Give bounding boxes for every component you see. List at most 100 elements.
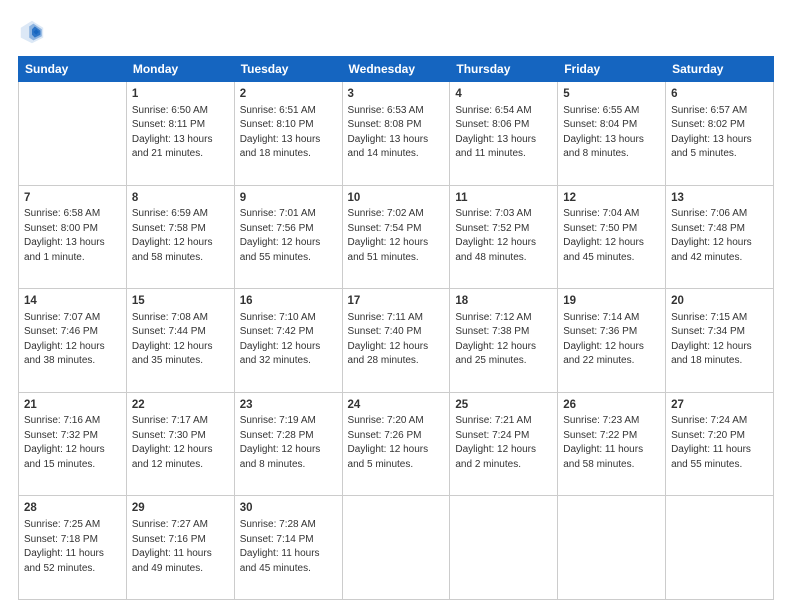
calendar-cell: 14Sunrise: 7:07 AMSunset: 7:46 PMDayligh… <box>19 289 127 393</box>
week-row-4: 21Sunrise: 7:16 AMSunset: 7:32 PMDayligh… <box>19 392 774 496</box>
calendar-cell: 18Sunrise: 7:12 AMSunset: 7:38 PMDayligh… <box>450 289 558 393</box>
calendar-cell: 4Sunrise: 6:54 AMSunset: 8:06 PMDaylight… <box>450 82 558 186</box>
day-info: Sunrise: 7:19 AMSunset: 7:28 PMDaylight:… <box>240 414 337 472</box>
header <box>18 18 774 46</box>
day-number: 3 <box>348 86 445 103</box>
calendar-cell: 3Sunrise: 6:53 AMSunset: 8:08 PMDaylight… <box>342 82 450 186</box>
day-info: Sunrise: 6:57 AMSunset: 8:02 PMDaylight:… <box>671 104 768 162</box>
day-info: Sunrise: 6:59 AMSunset: 7:58 PMDaylight:… <box>132 207 229 265</box>
calendar-cell <box>19 82 127 186</box>
day-number: 7 <box>24 190 121 207</box>
day-number: 4 <box>455 86 552 103</box>
day-number: 15 <box>132 293 229 310</box>
calendar-cell: 1Sunrise: 6:50 AMSunset: 8:11 PMDaylight… <box>126 82 234 186</box>
logo <box>18 18 50 46</box>
day-info: Sunrise: 7:16 AMSunset: 7:32 PMDaylight:… <box>24 414 121 472</box>
day-number: 17 <box>348 293 445 310</box>
calendar-cell: 5Sunrise: 6:55 AMSunset: 8:04 PMDaylight… <box>558 82 666 186</box>
calendar-cell <box>342 496 450 600</box>
calendar-cell <box>450 496 558 600</box>
day-info: Sunrise: 7:04 AMSunset: 7:50 PMDaylight:… <box>563 207 660 265</box>
calendar-cell: 11Sunrise: 7:03 AMSunset: 7:52 PMDayligh… <box>450 185 558 289</box>
day-number: 5 <box>563 86 660 103</box>
day-info: Sunrise: 6:58 AMSunset: 8:00 PMDaylight:… <box>24 207 121 265</box>
calendar-cell: 13Sunrise: 7:06 AMSunset: 7:48 PMDayligh… <box>666 185 774 289</box>
calendar-cell: 2Sunrise: 6:51 AMSunset: 8:10 PMDaylight… <box>234 82 342 186</box>
calendar-cell: 15Sunrise: 7:08 AMSunset: 7:44 PMDayligh… <box>126 289 234 393</box>
calendar-cell: 23Sunrise: 7:19 AMSunset: 7:28 PMDayligh… <box>234 392 342 496</box>
day-info: Sunrise: 7:01 AMSunset: 7:56 PMDaylight:… <box>240 207 337 265</box>
week-row-3: 14Sunrise: 7:07 AMSunset: 7:46 PMDayligh… <box>19 289 774 393</box>
weekday-header-wednesday: Wednesday <box>342 57 450 82</box>
day-number: 22 <box>132 397 229 414</box>
calendar-cell: 26Sunrise: 7:23 AMSunset: 7:22 PMDayligh… <box>558 392 666 496</box>
day-info: Sunrise: 7:14 AMSunset: 7:36 PMDaylight:… <box>563 311 660 369</box>
weekday-header-thursday: Thursday <box>450 57 558 82</box>
calendar-cell: 16Sunrise: 7:10 AMSunset: 7:42 PMDayligh… <box>234 289 342 393</box>
day-info: Sunrise: 6:53 AMSunset: 8:08 PMDaylight:… <box>348 104 445 162</box>
day-info: Sunrise: 7:24 AMSunset: 7:20 PMDaylight:… <box>671 414 768 472</box>
day-info: Sunrise: 7:25 AMSunset: 7:18 PMDaylight:… <box>24 518 121 576</box>
day-number: 26 <box>563 397 660 414</box>
day-number: 18 <box>455 293 552 310</box>
day-info: Sunrise: 7:11 AMSunset: 7:40 PMDaylight:… <box>348 311 445 369</box>
day-info: Sunrise: 7:15 AMSunset: 7:34 PMDaylight:… <box>671 311 768 369</box>
week-row-5: 28Sunrise: 7:25 AMSunset: 7:18 PMDayligh… <box>19 496 774 600</box>
day-info: Sunrise: 7:06 AMSunset: 7:48 PMDaylight:… <box>671 207 768 265</box>
day-number: 11 <box>455 190 552 207</box>
calendar-cell: 20Sunrise: 7:15 AMSunset: 7:34 PMDayligh… <box>666 289 774 393</box>
week-row-1: 1Sunrise: 6:50 AMSunset: 8:11 PMDaylight… <box>19 82 774 186</box>
calendar-cell <box>558 496 666 600</box>
calendar-cell: 29Sunrise: 7:27 AMSunset: 7:16 PMDayligh… <box>126 496 234 600</box>
logo-icon <box>18 18 46 46</box>
weekday-header-monday: Monday <box>126 57 234 82</box>
weekday-header-sunday: Sunday <box>19 57 127 82</box>
day-info: Sunrise: 7:28 AMSunset: 7:14 PMDaylight:… <box>240 518 337 576</box>
day-number: 19 <box>563 293 660 310</box>
day-info: Sunrise: 7:20 AMSunset: 7:26 PMDaylight:… <box>348 414 445 472</box>
day-info: Sunrise: 6:51 AMSunset: 8:10 PMDaylight:… <box>240 104 337 162</box>
day-number: 30 <box>240 500 337 517</box>
day-info: Sunrise: 7:10 AMSunset: 7:42 PMDaylight:… <box>240 311 337 369</box>
calendar-cell: 12Sunrise: 7:04 AMSunset: 7:50 PMDayligh… <box>558 185 666 289</box>
day-number: 13 <box>671 190 768 207</box>
day-info: Sunrise: 7:07 AMSunset: 7:46 PMDaylight:… <box>24 311 121 369</box>
day-number: 1 <box>132 86 229 103</box>
day-number: 29 <box>132 500 229 517</box>
weekday-header-tuesday: Tuesday <box>234 57 342 82</box>
day-info: Sunrise: 7:03 AMSunset: 7:52 PMDaylight:… <box>455 207 552 265</box>
weekday-header-saturday: Saturday <box>666 57 774 82</box>
calendar-header-row: SundayMondayTuesdayWednesdayThursdayFrid… <box>19 57 774 82</box>
day-number: 14 <box>24 293 121 310</box>
calendar-table: SundayMondayTuesdayWednesdayThursdayFrid… <box>18 56 774 600</box>
day-info: Sunrise: 6:50 AMSunset: 8:11 PMDaylight:… <box>132 104 229 162</box>
day-info: Sunrise: 7:17 AMSunset: 7:30 PMDaylight:… <box>132 414 229 472</box>
day-number: 6 <box>671 86 768 103</box>
day-info: Sunrise: 6:55 AMSunset: 8:04 PMDaylight:… <box>563 104 660 162</box>
day-number: 12 <box>563 190 660 207</box>
day-number: 23 <box>240 397 337 414</box>
calendar-cell: 19Sunrise: 7:14 AMSunset: 7:36 PMDayligh… <box>558 289 666 393</box>
day-info: Sunrise: 6:54 AMSunset: 8:06 PMDaylight:… <box>455 104 552 162</box>
calendar-cell: 8Sunrise: 6:59 AMSunset: 7:58 PMDaylight… <box>126 185 234 289</box>
calendar-cell <box>666 496 774 600</box>
calendar-cell: 17Sunrise: 7:11 AMSunset: 7:40 PMDayligh… <box>342 289 450 393</box>
day-info: Sunrise: 7:21 AMSunset: 7:24 PMDaylight:… <box>455 414 552 472</box>
day-number: 27 <box>671 397 768 414</box>
day-number: 10 <box>348 190 445 207</box>
page: SundayMondayTuesdayWednesdayThursdayFrid… <box>0 0 792 612</box>
day-info: Sunrise: 7:12 AMSunset: 7:38 PMDaylight:… <box>455 311 552 369</box>
calendar-cell: 6Sunrise: 6:57 AMSunset: 8:02 PMDaylight… <box>666 82 774 186</box>
day-number: 2 <box>240 86 337 103</box>
day-number: 20 <box>671 293 768 310</box>
weekday-header-friday: Friday <box>558 57 666 82</box>
calendar-cell: 9Sunrise: 7:01 AMSunset: 7:56 PMDaylight… <box>234 185 342 289</box>
day-number: 8 <box>132 190 229 207</box>
calendar-cell: 10Sunrise: 7:02 AMSunset: 7:54 PMDayligh… <box>342 185 450 289</box>
calendar-cell: 24Sunrise: 7:20 AMSunset: 7:26 PMDayligh… <box>342 392 450 496</box>
calendar-cell: 25Sunrise: 7:21 AMSunset: 7:24 PMDayligh… <box>450 392 558 496</box>
calendar-cell: 27Sunrise: 7:24 AMSunset: 7:20 PMDayligh… <box>666 392 774 496</box>
calendar-cell: 7Sunrise: 6:58 AMSunset: 8:00 PMDaylight… <box>19 185 127 289</box>
day-info: Sunrise: 7:23 AMSunset: 7:22 PMDaylight:… <box>563 414 660 472</box>
calendar-cell: 30Sunrise: 7:28 AMSunset: 7:14 PMDayligh… <box>234 496 342 600</box>
